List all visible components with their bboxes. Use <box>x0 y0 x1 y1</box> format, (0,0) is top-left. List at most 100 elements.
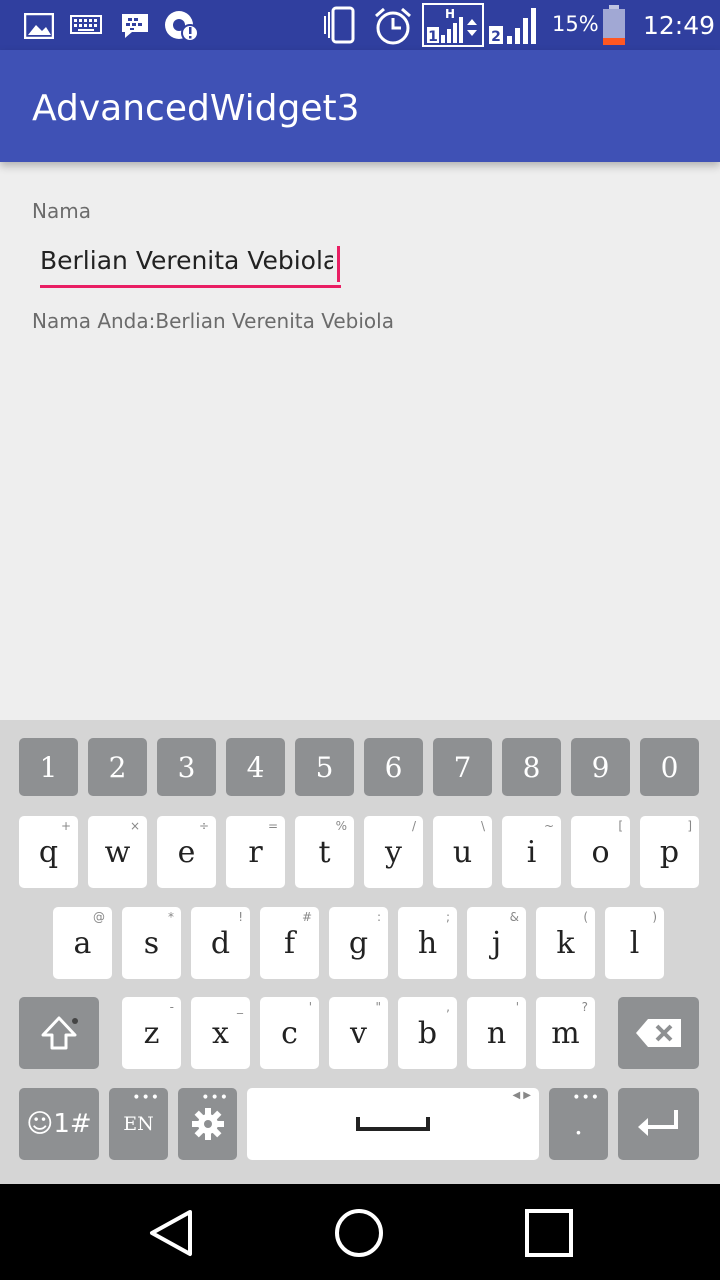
back-icon[interactable] <box>146 1208 194 1258</box>
name-label: Nama <box>32 199 91 223</box>
key-2[interactable]: 2 <box>88 738 147 796</box>
key-label: a <box>73 925 92 961</box>
key-o[interactable]: [o <box>571 816 630 888</box>
key-1[interactable]: 1 <box>19 738 78 796</box>
key-label: d <box>210 925 231 961</box>
clock: 12:49 <box>643 11 716 40</box>
key-label: b <box>417 1015 438 1051</box>
key-q[interactable]: + q <box>19 816 78 888</box>
key-hint: - <box>169 1000 174 1014</box>
key-label: s <box>143 925 160 961</box>
key-g[interactable]: :g <box>329 907 388 979</box>
battery-icon <box>603 5 625 45</box>
key-j[interactable]: & j <box>467 907 526 979</box>
sync-alert-icon <box>165 11 199 42</box>
key-4[interactable]: 4 <box>226 738 285 796</box>
navigation-bar <box>0 1184 720 1280</box>
key-hint: ÷ <box>198 819 209 833</box>
key-label: l <box>629 925 640 961</box>
key-hint: : <box>376 910 381 924</box>
key-a[interactable]: @ a <box>53 907 112 979</box>
enter-icon <box>637 1110 678 1136</box>
key-u[interactable]: \ u <box>433 816 492 888</box>
key-v[interactable]: " v <box>329 997 388 1069</box>
key-label: f <box>283 925 296 961</box>
key-hint: _ <box>237 1000 243 1014</box>
key-label: r <box>248 834 263 870</box>
settings-key[interactable]: ••• <box>178 1088 237 1160</box>
key-y[interactable]: / y <box>364 816 423 888</box>
key-f[interactable]: # f <box>260 907 319 979</box>
key-3[interactable]: 3 <box>157 738 216 796</box>
key-x[interactable]: _ x <box>191 997 250 1069</box>
status-bar: 1 H 2 15% 12:49 <box>0 0 720 50</box>
key-hint: = <box>267 819 278 833</box>
recents-icon[interactable] <box>524 1208 574 1258</box>
key-b[interactable]: ,b <box>398 997 457 1069</box>
key-hint: ) <box>652 910 657 924</box>
key-r[interactable]: = r <box>226 816 285 888</box>
app-bar: AdvancedWidget3 <box>0 50 720 162</box>
key-z[interactable]: -z <box>122 997 181 1069</box>
key-label: k <box>556 925 575 961</box>
key-hint: % <box>335 819 347 833</box>
key-label: g <box>348 925 369 961</box>
key-hint: , <box>446 1000 450 1014</box>
key-p[interactable]: ] p <box>640 816 699 888</box>
key-k[interactable]: (k <box>536 907 595 979</box>
keyboard-icon <box>70 15 102 34</box>
key-9[interactable]: 9 <box>571 738 630 796</box>
soft-keyboard: ☺1# ••• EN ••• ◀ ▶ ••• . 1 2 3 4 5 6 7 8 9 0 + q × w ÷… <box>0 720 720 1184</box>
key-hint: ! <box>238 910 243 924</box>
key-d[interactable]: ! d <box>191 907 250 979</box>
key-label: w <box>104 834 131 870</box>
shift-icon <box>41 1016 78 1050</box>
key-8[interactable]: 8 <box>502 738 561 796</box>
symbols-key[interactable]: ☺1# <box>19 1088 99 1160</box>
signal-sim2-icon: 2 <box>489 8 536 44</box>
home-icon[interactable] <box>334 1208 384 1258</box>
key-label: z <box>143 1015 160 1051</box>
key-label: v <box>350 1015 367 1051</box>
key-0[interactable]: 0 <box>640 738 699 796</box>
key-m[interactable]: ? m <box>536 997 595 1069</box>
key-w[interactable]: × w <box>88 816 147 888</box>
key-5[interactable]: 5 <box>295 738 354 796</box>
bbm-icon <box>122 14 148 38</box>
key-label: h <box>417 925 438 961</box>
enter-key[interactable] <box>618 1088 699 1160</box>
shift-key[interactable] <box>19 997 99 1069</box>
key-7[interactable]: 7 <box>433 738 492 796</box>
key-e[interactable]: ÷ e <box>157 816 216 888</box>
language-key[interactable]: ••• EN <box>109 1088 168 1160</box>
svg-text:2: 2 <box>491 29 501 44</box>
key-hint: * <box>168 910 174 924</box>
space-key[interactable]: ◀ ▶ <box>247 1088 539 1160</box>
vibrate-icon <box>324 6 355 44</box>
key-n[interactable]: ' n <box>467 997 526 1069</box>
key-h[interactable]: ; h <box>398 907 457 979</box>
key-hint: × <box>129 819 140 833</box>
battery-percent: 15% <box>552 12 599 36</box>
settings-icon <box>191 1108 224 1140</box>
key-hint: @ <box>93 910 105 924</box>
backspace-key[interactable] <box>618 997 699 1069</box>
key-c[interactable]: ' c <box>260 997 319 1069</box>
period-key[interactable]: ••• . <box>549 1088 608 1160</box>
key-hint: " <box>375 1000 381 1014</box>
key-6[interactable]: 6 <box>364 738 423 796</box>
key-t[interactable]: % t <box>295 816 354 888</box>
alarm-icon <box>375 7 411 45</box>
key-hint: ' <box>515 1000 519 1014</box>
key-label: e <box>177 834 196 870</box>
name-input[interactable] <box>40 242 341 288</box>
svg-text:1: 1 <box>428 29 438 45</box>
key-label: u <box>452 834 473 870</box>
key-label: y <box>385 834 402 870</box>
key-l[interactable]: ) l <box>605 907 664 979</box>
key-label: x <box>212 1015 229 1051</box>
key-s[interactable]: * s <box>122 907 181 979</box>
signal-icon: 1 H <box>422 3 484 47</box>
key-hint: # <box>301 910 312 924</box>
key-i[interactable]: ~ i <box>502 816 561 888</box>
